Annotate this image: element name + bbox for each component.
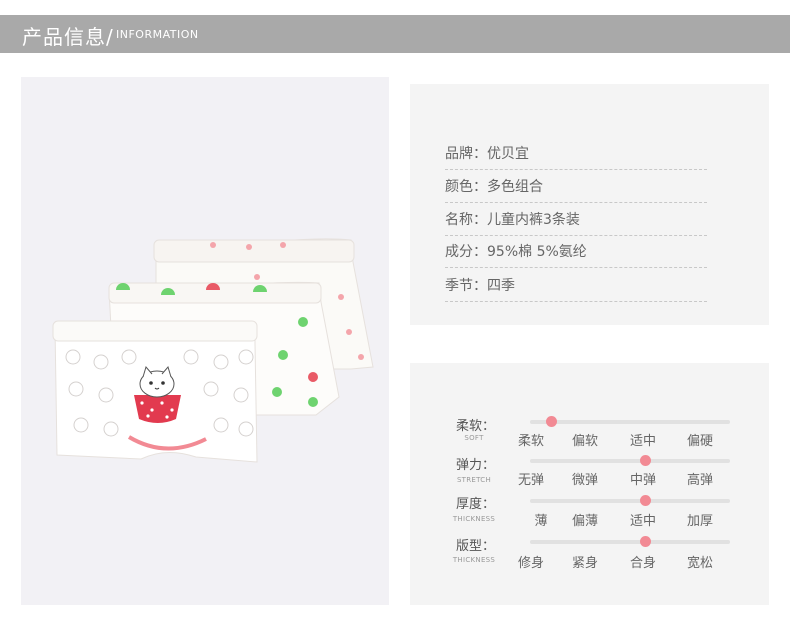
- product-info-panel: 品牌：优贝宜 颜色：多色组合 名称：儿童内裤3条装 成分：95%棉 5%氨纶 季…: [410, 84, 769, 325]
- fit-option-1: 修身: [517, 556, 544, 571]
- fit-option-3: 合身: [629, 556, 656, 571]
- softness-option-3: 适中: [629, 434, 656, 449]
- info-row-name: 名称：儿童内裤3条装: [445, 205, 707, 236]
- thickness-option-2: 偏薄: [571, 514, 598, 529]
- info-row-material: 成分：95%棉 5%氨纶: [445, 237, 707, 268]
- stretch-slider-handle[interactable]: [640, 455, 651, 466]
- stretch-sublabel: STRETCH: [456, 476, 492, 484]
- info-brand: 品牌：优贝宜: [445, 146, 529, 162]
- softness-option-2: 偏软: [571, 434, 598, 449]
- info-row-color: 颜色：多色组合: [445, 172, 707, 203]
- front-underwear-image: [52, 320, 258, 463]
- softness-label: 柔软：: [456, 419, 496, 434]
- softness-slider-handle[interactable]: [546, 416, 557, 427]
- attributes-panel: 柔软： SOFT 柔软 偏软 适中 偏硬 弹力： STRETCH 无弹 微弹 中…: [410, 363, 769, 605]
- softness-sublabel: SOFT: [464, 434, 484, 442]
- stretch-option-1: 无弹: [517, 473, 544, 488]
- softness-slider[interactable]: [530, 416, 730, 427]
- softness-option-4: 偏硬: [686, 434, 713, 449]
- info-season: 季节：四季: [445, 278, 515, 294]
- fit-label: 版型：: [456, 539, 496, 554]
- stretch-slider[interactable]: [530, 455, 730, 466]
- fit-option-2: 紧身: [571, 556, 598, 571]
- fit-slider-handle[interactable]: [640, 536, 651, 547]
- section-title: 产品信息/: [22, 25, 114, 49]
- info-name: 名称：儿童内裤3条装: [445, 212, 580, 228]
- info-color: 颜色：多色组合: [445, 179, 543, 195]
- thickness-option-3: 适中: [629, 514, 656, 529]
- thickness-slider[interactable]: [530, 495, 730, 506]
- thickness-label: 厚度：: [456, 497, 496, 512]
- thickness-sublabel: THICKNESS: [452, 515, 496, 523]
- underwear-illustration: [52, 238, 374, 463]
- fit-option-4: 宽松: [686, 556, 713, 571]
- section-subtitle: INFORMATION: [116, 28, 199, 41]
- info-row-season: 季节：四季: [445, 271, 707, 302]
- stretch-label: 弹力：: [456, 458, 496, 473]
- thickness-option-4: 加厚: [686, 514, 713, 529]
- stretch-option-3: 中弹: [629, 473, 656, 488]
- info-material: 成分：95%棉 5%氨纶: [445, 244, 587, 260]
- stretch-option-2: 微弹: [571, 473, 598, 488]
- fit-slider[interactable]: [530, 536, 730, 547]
- stretch-option-4: 高弹: [686, 473, 713, 488]
- fit-sublabel: THICKNESS: [452, 556, 496, 564]
- product-photo: [21, 77, 389, 605]
- section-header: 产品信息/ INFORMATION: [0, 15, 790, 53]
- info-row-brand: 品牌：优贝宜: [445, 139, 707, 170]
- softness-option-1: 柔软: [517, 434, 544, 449]
- thickness-slider-handle[interactable]: [640, 495, 651, 506]
